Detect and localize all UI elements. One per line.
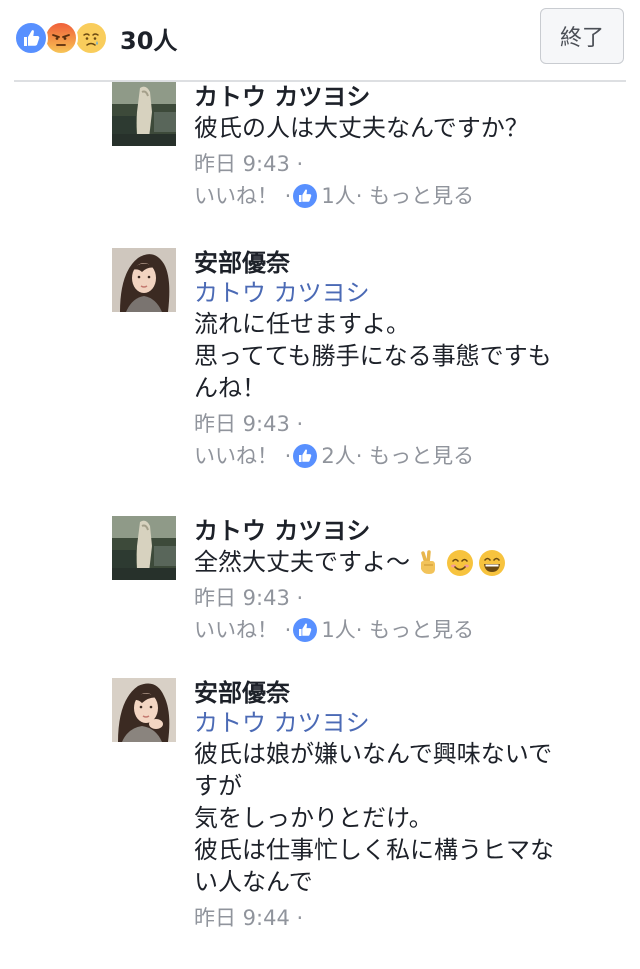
comment-line: 彼氏は娘が嫌いなんで興味ないで <box>194 740 553 768</box>
like-icon <box>293 184 318 208</box>
comment-line: 全然大丈夫ですよ〜 <box>194 546 622 578</box>
comment-item: カトウ カツヨシ 彼氏の人は大丈夫なんですか？ 昨日 9:43 · いいね！ ·… <box>112 82 622 228</box>
comment-line: 彼氏の人は大丈夫なんですか？ <box>194 114 529 142</box>
mentioned-user[interactable]: カトウ カツヨシ <box>194 708 622 738</box>
comment-author[interactable]: 安部優奈 <box>194 678 622 708</box>
sad-icon <box>74 21 108 55</box>
comment-text: 流れに任せますよ。 思ってても勝手になる事態ですも んね！ <box>194 308 622 404</box>
comment-line: い人なんで <box>194 868 313 896</box>
like-count[interactable]: 2人 <box>321 440 355 472</box>
comment-line: 気をしっかりとだけ。 <box>194 804 433 832</box>
comment-line: すが <box>194 772 242 800</box>
comment-text: 彼氏の人は大丈夫なんですか？ <box>194 112 622 144</box>
comment-line: んね！ <box>194 374 266 402</box>
smiling-face-icon <box>446 549 474 577</box>
like-count[interactable]: 1人 <box>321 614 355 646</box>
see-more-link[interactable]: · もっと見る <box>356 614 474 646</box>
comment-author[interactable]: カトウ カツヨシ <box>194 516 622 546</box>
comment-actions: いいね！ · 1人 · もっと見る <box>194 614 622 646</box>
like-icon <box>14 21 48 55</box>
like-link[interactable]: いいね！ · <box>194 440 291 472</box>
mentioned-user[interactable]: カトウ カツヨシ <box>194 278 622 308</box>
avatar[interactable] <box>112 248 176 312</box>
avatar[interactable] <box>112 516 176 580</box>
like-link[interactable]: いいね！ · <box>194 180 291 212</box>
reaction-summary[interactable]: 30人 <box>14 18 177 58</box>
comment-text: 彼氏は娘が嫌いなんで興味ないで すが 気をしっかりとだけ。 彼氏は仕事忙しく私に… <box>194 738 622 898</box>
comment-actions: いいね！ · 2人 · もっと見る <box>194 440 622 472</box>
comment-author[interactable]: カトウ カツヨシ <box>194 82 622 112</box>
avatar[interactable] <box>112 82 176 146</box>
victory-hand-icon <box>414 549 442 577</box>
angry-icon <box>44 21 78 55</box>
comment-author[interactable]: 安部優奈 <box>194 248 622 278</box>
see-more-link[interactable]: · もっと見る <box>356 440 474 472</box>
comment-timestamp[interactable]: 昨日 9:43 · <box>194 408 622 440</box>
like-count[interactable]: 1人 <box>321 180 355 212</box>
emoji-group <box>410 549 506 577</box>
comment-item: カトウ カツヨシ 全然大丈夫ですよ〜 昨日 9:43 · いいね！ · 1人 ·… <box>112 516 622 662</box>
grinning-face-icon <box>478 549 506 577</box>
comment-timestamp[interactable]: 昨日 9:43 · <box>194 148 622 180</box>
comment-line-text: 全然大丈夫ですよ〜 <box>194 548 410 576</box>
comment-item: 安部優奈 カトウ カツヨシ 彼氏は娘が嫌いなんで興味ないで すが 気をしっかりと… <box>112 678 622 969</box>
comment-text: 全然大丈夫ですよ〜 <box>194 546 622 578</box>
reactions-page: 30人 終了 カトウ カツヨシ 彼氏の人は大丈夫なんですか？ 昨日 9:43 · <box>0 0 640 969</box>
avatar[interactable] <box>112 678 176 742</box>
see-more-link[interactable]: · もっと見る <box>356 180 474 212</box>
reaction-count: 30人 <box>120 26 178 55</box>
comment-item: 安部優奈 カトウ カツヨシ 流れに任せますよ。 思ってても勝手になる事態ですも … <box>112 248 622 498</box>
comment-line: 思ってても勝手になる事態ですも <box>194 342 552 370</box>
comment-timestamp[interactable]: 昨日 9:44 · <box>194 902 622 934</box>
reactions-header: 30人 終了 <box>0 0 640 80</box>
comment-timestamp[interactable]: 昨日 9:43 · <box>194 582 622 614</box>
done-button[interactable]: 終了 <box>540 8 624 64</box>
comment-actions: いいね！ · 1人 · もっと見る <box>194 180 622 212</box>
like-link[interactable]: いいね！ · <box>194 614 291 646</box>
like-icon <box>293 444 318 468</box>
like-icon <box>293 618 318 642</box>
comment-line: 流れに任せますよ。 <box>194 310 410 338</box>
comment-line: 彼氏は仕事忙しく私に構うヒマな <box>194 836 554 864</box>
